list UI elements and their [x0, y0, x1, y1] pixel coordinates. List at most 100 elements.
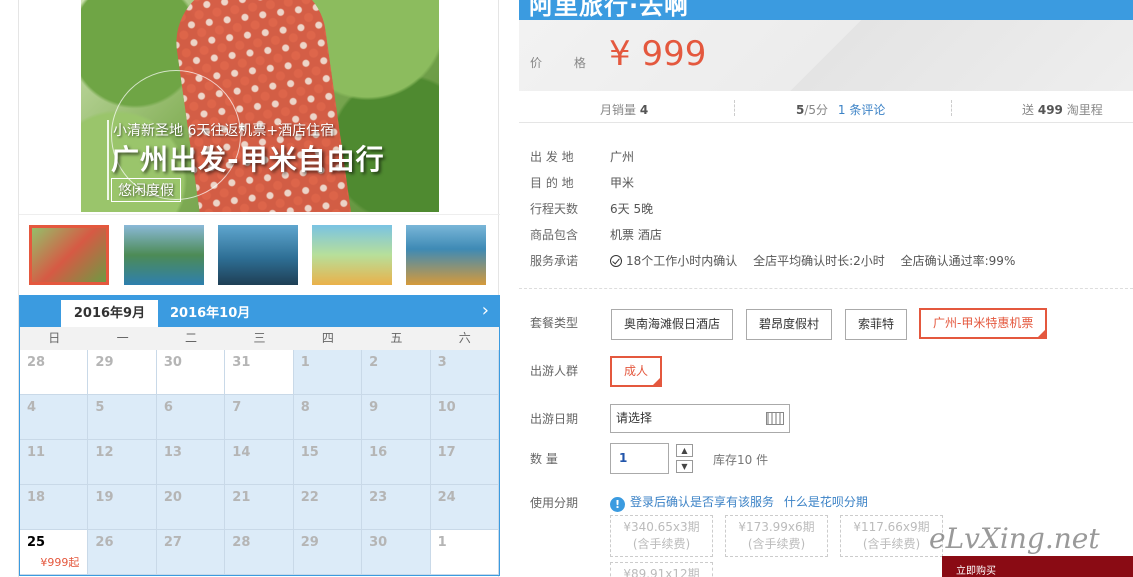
- calendar-day: 14: [225, 440, 294, 485]
- package-option[interactable]: 奥南海滩假日酒店: [611, 309, 734, 340]
- calendar-day: 19: [88, 485, 157, 530]
- day-number: 24: [437, 490, 456, 505]
- day-number: 26: [95, 535, 114, 550]
- package-option[interactable]: 索菲特: [845, 309, 908, 340]
- info-label: 商品包含: [530, 228, 579, 242]
- weekday-label: 日: [48, 331, 61, 345]
- calendar-day: 29: [293, 530, 363, 575]
- day-number: 6: [163, 400, 173, 415]
- weekday-label: 一: [116, 331, 129, 345]
- installment-option[interactable]: ¥173.99x6期 (含手续费): [725, 515, 828, 557]
- installment-amount: ¥89.91x12期: [623, 567, 700, 577]
- calendar-day: 7: [225, 395, 294, 440]
- calendar-day: 4: [20, 395, 89, 440]
- day-number: 1: [437, 535, 447, 550]
- thumbnail-1[interactable]: [29, 225, 109, 285]
- day-number: 30: [369, 535, 388, 550]
- day-number: 22: [300, 490, 319, 505]
- points: 送 499 淘里程: [1022, 101, 1103, 118]
- calendar-day: 30: [156, 350, 226, 395]
- day-number: 15: [300, 445, 319, 460]
- people-label: 出游人群: [530, 364, 579, 378]
- tab-month-september[interactable]: 2016年9月: [61, 300, 158, 327]
- calendar-day-available[interactable]: 25 ¥999起: [20, 530, 89, 575]
- day-number: 1: [300, 355, 310, 370]
- calendar-day: 16: [362, 440, 431, 485]
- service-item: 全店确认通过率:99%: [900, 254, 1016, 268]
- reviews-link[interactable]: 1 条评论: [838, 103, 885, 117]
- installment-amount: ¥117.66x9期: [853, 520, 930, 534]
- installment-label: 使用分期: [530, 496, 579, 510]
- chevron-down-icon[interactable]: ▼: [676, 460, 693, 473]
- thumbnail-5[interactable]: [406, 225, 486, 285]
- package-option-selected[interactable]: 广州-甲米特惠机票: [919, 308, 1048, 339]
- calendar-day: 26: [88, 530, 157, 575]
- tab-month-october[interactable]: 2016年10月: [170, 300, 250, 327]
- price-label: 价 格: [530, 56, 600, 70]
- login-tip-text[interactable]: 登录后确认是否享有该服务: [630, 495, 774, 509]
- calendar-icon[interactable]: [766, 412, 784, 425]
- sales-stats: 月销量 4 5/5分 1 条评论 送 499 淘里程: [519, 93, 1133, 123]
- day-number: 28: [27, 355, 46, 370]
- installment-note: (含手续费): [747, 537, 806, 551]
- day-number: 12: [95, 445, 114, 460]
- package-option[interactable]: 碧昂度假村: [746, 309, 833, 340]
- product-gallery: 小清新圣地 6天往返机票+酒店住宿 广州出发-甲米自由行 悠闲度假 2016年9…: [18, 0, 500, 577]
- people-option-selected[interactable]: 成人: [610, 356, 663, 387]
- day-number: 2: [369, 355, 379, 370]
- calendar-day: 3: [430, 350, 499, 395]
- product-detail: 阿里旅行·去啊 价 格 ¥ 999 月销量 4 5/5分 1 条评论 送 499…: [519, 0, 1133, 577]
- info-value: 甲米: [610, 176, 635, 190]
- check-circle-icon: [610, 255, 622, 267]
- installment-help-link[interactable]: 什么是花呗分期: [784, 495, 868, 509]
- thumbnail-2[interactable]: [124, 225, 204, 285]
- hero-tag: 悠闲度假: [111, 178, 181, 202]
- buy-now-button[interactable]: 立即购买: [942, 556, 1133, 577]
- weekday-label: 五: [390, 331, 403, 345]
- stock-text: 库存10 件: [713, 453, 769, 467]
- installment-note: (含手续费): [862, 537, 921, 551]
- day-number: 17: [437, 445, 456, 460]
- info-value: 广州: [610, 150, 635, 164]
- day-number: 16: [369, 445, 388, 460]
- day-number: 25: [27, 535, 46, 550]
- thumbnail-4[interactable]: [312, 225, 392, 285]
- day-number: 9: [369, 400, 379, 415]
- chevron-right-icon[interactable]: ›: [482, 300, 489, 321]
- hero-image: 小清新圣地 6天往返机票+酒店住宿 广州出发-甲米自由行 悠闲度假: [81, 0, 439, 212]
- day-number: 4: [27, 400, 37, 415]
- hero-line-decoration: [107, 120, 109, 200]
- calendar-grid: 28 29 30 31 1 2 3 4 5 6 7 8 9 10 11 12 1…: [20, 350, 499, 575]
- rating: 5/5分 1 条评论: [796, 101, 885, 118]
- day-number: 3: [437, 355, 447, 370]
- weekday-label: 四: [321, 331, 334, 345]
- installment-option[interactable]: ¥89.91x12期: [610, 562, 713, 577]
- calendar-day: 21: [225, 485, 294, 530]
- day-number: 31: [232, 355, 251, 370]
- installment-amount: ¥340.65x3期: [623, 520, 700, 534]
- calendar-day: 13: [156, 440, 226, 485]
- date-placeholder: 请选择: [616, 411, 653, 425]
- day-number: 27: [163, 535, 182, 550]
- date-picker-input[interactable]: 请选择: [610, 404, 790, 433]
- weekday-label: 六: [458, 331, 471, 345]
- day-number: 8: [300, 400, 310, 415]
- price-value: ¥ 999: [609, 34, 707, 74]
- quantity-input[interactable]: 1: [610, 443, 669, 474]
- day-number: 10: [437, 400, 456, 415]
- date-label: 出游日期: [530, 412, 579, 426]
- package-label: 套餐类型: [530, 316, 579, 330]
- calendar-day: 31: [225, 350, 294, 395]
- price-box: 价 格 ¥ 999: [519, 20, 1133, 91]
- thumbnail-strip: [19, 214, 500, 292]
- calendar-day: 8: [293, 395, 363, 440]
- day-number: 30: [163, 355, 182, 370]
- info-icon: !: [610, 497, 625, 512]
- installment-note: (含手续费): [632, 537, 691, 551]
- thumbnail-3[interactable]: [218, 225, 298, 285]
- day-number: 14: [232, 445, 251, 460]
- installment-option[interactable]: ¥340.65x3期 (含手续费): [610, 515, 713, 557]
- installment-option[interactable]: ¥117.66x9期 (含手续费): [840, 515, 943, 557]
- calendar-day: 17: [430, 440, 499, 485]
- chevron-up-icon[interactable]: ▲: [676, 444, 693, 457]
